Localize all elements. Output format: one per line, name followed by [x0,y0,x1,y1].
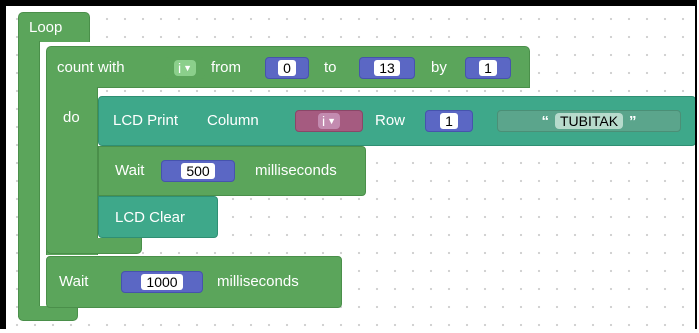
text-value: TUBITAK [559,113,619,129]
from-value: 0 [283,60,291,76]
chevron-down-icon: ▼ [183,63,193,73]
lcd-print-label: LCD Print [113,112,179,129]
chevron-down-icon: ▼ [327,116,337,126]
loop-block-spine [18,41,40,317]
count-with-label: count with [57,59,125,76]
wait-inner-label: Wait [115,162,145,179]
blockly-workspace[interactable]: Loop count with i ▼ from 0 to 13 by 1 do… [6,6,695,329]
wait-outer-value: 1000 [146,274,178,290]
to-number-input[interactable]: 13 [359,57,415,79]
open-quote-icon: “ [541,112,549,130]
column-variable-name: i [321,113,326,129]
by-value: 1 [484,60,492,76]
for-variable-dropdown[interactable]: i ▼ [165,57,205,79]
by-number-input[interactable]: 1 [465,57,511,79]
loop-block[interactable]: Loop [18,12,90,42]
do-statement-spine: do [46,87,98,255]
wait-inner-number-input[interactable]: 500 [161,160,235,182]
column-label: Column [207,112,259,129]
row-value: 1 [445,113,453,129]
lcd-print-block[interactable]: LCD Print Column i ▼ Row 1 “ TUBITAK ” [98,96,695,146]
lcd-clear-block[interactable]: LCD Clear [98,196,218,238]
do-label: do [63,109,80,126]
column-variable-input[interactable]: i ▼ [295,110,363,132]
lcd-clear-label: LCD Clear [115,209,186,226]
count-with-block-footer [46,238,142,254]
wait-outer-number-input[interactable]: 1000 [121,271,203,293]
to-label: to [324,59,337,76]
row-label: Row [375,112,406,129]
wait-outer-label: Wait [59,273,89,290]
row-number-input[interactable]: 1 [425,110,473,132]
by-label: by [431,59,447,76]
text-string-input[interactable]: “ TUBITAK ” [497,110,681,132]
wait-outer-unit: milliseconds [217,273,299,290]
to-value: 13 [379,60,395,76]
count-with-block[interactable]: count with i ▼ from 0 to 13 by 1 [46,46,530,88]
from-label: from [211,59,241,76]
wait-inner-value: 500 [186,163,210,179]
close-quote-icon: ” [629,112,637,130]
loop-label: Loop [29,19,63,36]
loop-block-footer [18,306,78,321]
for-variable-name: i [177,60,182,76]
wait-inner-unit: milliseconds [255,162,337,179]
from-number-input[interactable]: 0 [265,57,309,79]
wait-outer-block[interactable]: Wait 1000 milliseconds [46,256,342,308]
wait-inner-block[interactable]: Wait 500 milliseconds [98,146,366,196]
